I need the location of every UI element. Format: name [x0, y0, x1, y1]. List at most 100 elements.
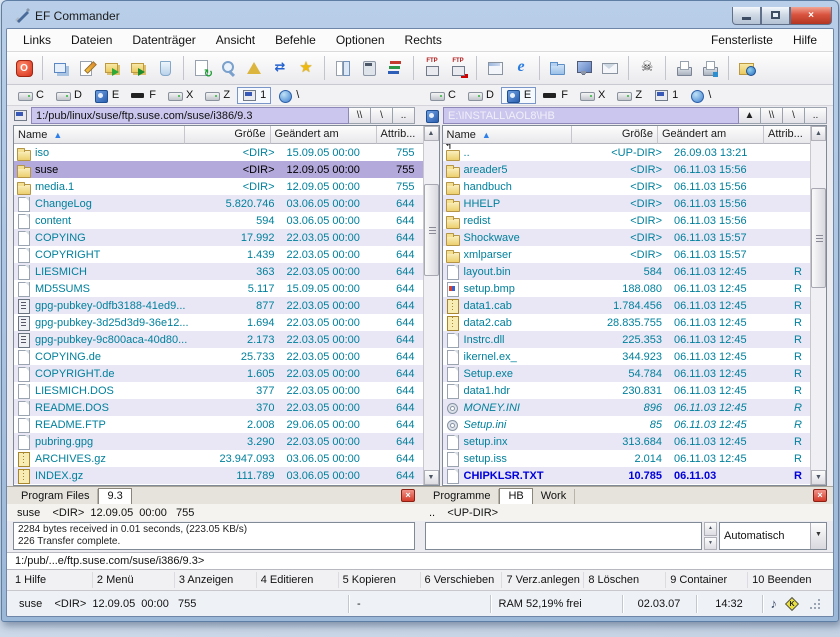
toolbar-app-window-button[interactable] [482, 55, 508, 81]
file-row[interactable]: README.FTP2.00829.06.05 00:00644 [14, 416, 423, 433]
toolbar-move-button[interactable] [126, 55, 152, 81]
file-row[interactable]: redist<DIR>06.11.03 15:56 [443, 212, 810, 229]
menu-befehle[interactable]: Befehle [265, 31, 326, 49]
drive-F-button[interactable]: F [538, 87, 573, 104]
file-row[interactable]: layout.bin58406.11.03 12:45R [443, 263, 810, 280]
menu-dateien[interactable]: Dateien [61, 31, 122, 49]
fkey-10-button[interactable]: 10 Beenden [748, 572, 829, 588]
toolbar-library-button[interactable] [382, 55, 408, 81]
file-row[interactable]: CHIPKLSR.TXT10.78506.11.03R [443, 467, 810, 484]
tab-program-files[interactable]: Program Files [13, 489, 98, 504]
fkey-8-button[interactable]: 8 Löschen [584, 572, 666, 588]
resize-grip[interactable] [809, 598, 821, 610]
drive-D-button[interactable]: D [463, 87, 499, 104]
scroll-up-icon[interactable]: ▲ [424, 126, 439, 141]
drive-E-button[interactable]: E [89, 87, 124, 104]
file-row[interactable]: ARCHIVES.gz23.947.09303.06.05 00:00644 [14, 450, 423, 467]
tab-9-3[interactable]: 9.3 [98, 488, 131, 505]
file-row[interactable]: suse<DIR>12.09.05 00:00755 [14, 161, 423, 178]
toolbar-wipe-button[interactable] [634, 55, 660, 81]
file-row[interactable]: Instrc.dll225.35306.11.03 12:45R [443, 331, 810, 348]
file-row[interactable]: areader5<DIR>06.11.03 15:56 [443, 161, 810, 178]
fkey-9-button[interactable]: 9 Container [666, 572, 748, 588]
toolbar-edit-button[interactable] [74, 55, 100, 81]
toolbar-copy-button[interactable] [100, 55, 126, 81]
drive-network-button[interactable]: \ [685, 87, 716, 104]
file-row[interactable]: data2.cab28.835.75506.11.03 12:45R [443, 314, 810, 331]
file-row[interactable]: data1.hdr230.83106.11.03 12:45R [443, 382, 810, 399]
file-row[interactable]: INDEX.gz111.78903.06.05 00:00644 [14, 467, 423, 484]
file-row[interactable]: MD5SUMS5.11715.09.05 00:00644 [14, 280, 423, 297]
toolbar-ftp-connect-button[interactable] [419, 55, 445, 81]
tab-work[interactable]: Work [533, 489, 575, 504]
file-row[interactable]: setup.inx313.68406.11.03 12:45R [443, 433, 810, 450]
scroll-thumb[interactable] [811, 188, 826, 288]
command-line[interactable]: 1:/pub/...e/ftp.suse.com/suse/i386/9.3> [7, 552, 833, 570]
tab-hb[interactable]: HB [499, 488, 532, 505]
drive-Z-button[interactable]: Z [200, 87, 235, 104]
file-row[interactable]: Setup.exe54.78406.11.03 12:45R [443, 365, 810, 382]
column-header-attrib[interactable]: Attrib... [377, 126, 423, 144]
file-row[interactable]: README.DOS37022.03.05 00:00644 [14, 399, 423, 416]
toolbar-calculator-button[interactable] [356, 55, 382, 81]
drive-Z-button[interactable]: Z [612, 87, 647, 104]
path-field-left[interactable]: 1:/pub/linux/suse/ftp.suse.com/suse/i386… [31, 107, 349, 124]
column-header-attrib[interactable]: Attrib... [764, 126, 810, 144]
title-bar[interactable]: EF Commander × [6, 1, 834, 28]
menu-datenträger[interactable]: Datenträger [122, 31, 205, 49]
spin-up-icon[interactable]: ▲ [704, 522, 717, 536]
toolbar-mail-button[interactable] [597, 55, 623, 81]
column-header-date[interactable]: Geändert am [271, 126, 377, 144]
drive-E-button[interactable]: E [501, 87, 536, 104]
parent-dir-button[interactable]: .. [805, 107, 827, 124]
parent-dir-button[interactable]: .. [393, 107, 415, 124]
scroll-down-icon[interactable]: ▼ [424, 470, 439, 485]
scroll-thumb[interactable] [424, 184, 439, 276]
close-button[interactable]: × [790, 7, 832, 25]
toolbar-refresh-button[interactable] [189, 55, 215, 81]
fkey-4-button[interactable]: 4 Editieren [257, 572, 339, 588]
toolbar-ftp-disconnect-button[interactable] [445, 55, 471, 81]
menu-fensterliste[interactable]: Fensterliste [701, 31, 783, 49]
file-row[interactable]: COPYING.de25.73322.03.05 00:00644 [14, 348, 423, 365]
file-row[interactable]: COPYRIGHT.de1.60522.03.05 00:00644 [14, 365, 423, 382]
fkey-1-button[interactable]: 1 Hilfe [11, 572, 93, 588]
drive-F-button[interactable]: F [126, 87, 161, 104]
fkey-5-button[interactable]: 5 Kopieren [339, 572, 421, 588]
column-header-date[interactable]: Geändert am [658, 126, 764, 144]
root-backslash-button[interactable]: \ [371, 107, 393, 124]
close-tab-button[interactable]: × [813, 489, 827, 502]
sound-icon[interactable]: ♪ [771, 596, 778, 611]
drive-1-button[interactable]: 1 [649, 87, 683, 104]
menu-optionen[interactable]: Optionen [326, 31, 395, 49]
fkey-3-button[interactable]: 3 Anzeigen [175, 572, 257, 588]
file-row[interactable]: gpg-pubkey-3d25d3d9-36e12...1.69422.03.0… [14, 314, 423, 331]
maximize-button[interactable] [761, 7, 790, 25]
file-row[interactable]: ChangeLog5.820.74603.06.05 00:00644 [14, 195, 423, 212]
toolbar-search-button[interactable] [215, 55, 241, 81]
file-row[interactable]: handbuch<DIR>06.11.03 15:56 [443, 178, 810, 195]
file-row[interactable]: Shockwave<DIR>06.11.03 15:57 [443, 229, 810, 246]
drive-X-button[interactable]: X [575, 87, 610, 104]
menu-rechts[interactable]: Rechts [395, 31, 452, 49]
minimize-button[interactable] [732, 7, 761, 25]
toolbar-web-folder-button[interactable] [734, 55, 760, 81]
drive-C-button[interactable]: C [425, 87, 461, 104]
file-row[interactable]: ikernel.ex_344.92306.11.03 12:45R [443, 348, 810, 365]
toolbar-print-button[interactable] [671, 55, 697, 81]
file-row[interactable]: gpg-pubkey-0dfb3188-41ed9...87722.03.05 … [14, 297, 423, 314]
column-header-name[interactable]: Name▲ [14, 126, 185, 144]
file-row[interactable]: setup.bmp188.08006.11.03 12:45R [443, 280, 810, 297]
path-field-right[interactable]: E:\INSTALL\AOL8\HB [443, 107, 739, 124]
file-row[interactable]: HHELP<DIR>06.11.03 15:56 [443, 195, 810, 212]
drive-D-button[interactable]: D [51, 87, 87, 104]
root-double-backslash-button[interactable]: \\ [349, 107, 371, 124]
toolbar-print-setup-button[interactable] [697, 55, 723, 81]
file-row[interactable]: data1.cab1.784.45606.11.03 12:45R [443, 297, 810, 314]
menu-links[interactable]: Links [13, 31, 61, 49]
drive-X-button[interactable]: X [163, 87, 198, 104]
toolbar-delete-button[interactable] [152, 55, 178, 81]
file-row[interactable]: setup.iss2.01406.11.03 12:45R [443, 450, 810, 467]
column-header-size[interactable]: Größe [185, 126, 271, 144]
spin-down-icon[interactable]: ▼ [704, 537, 717, 551]
